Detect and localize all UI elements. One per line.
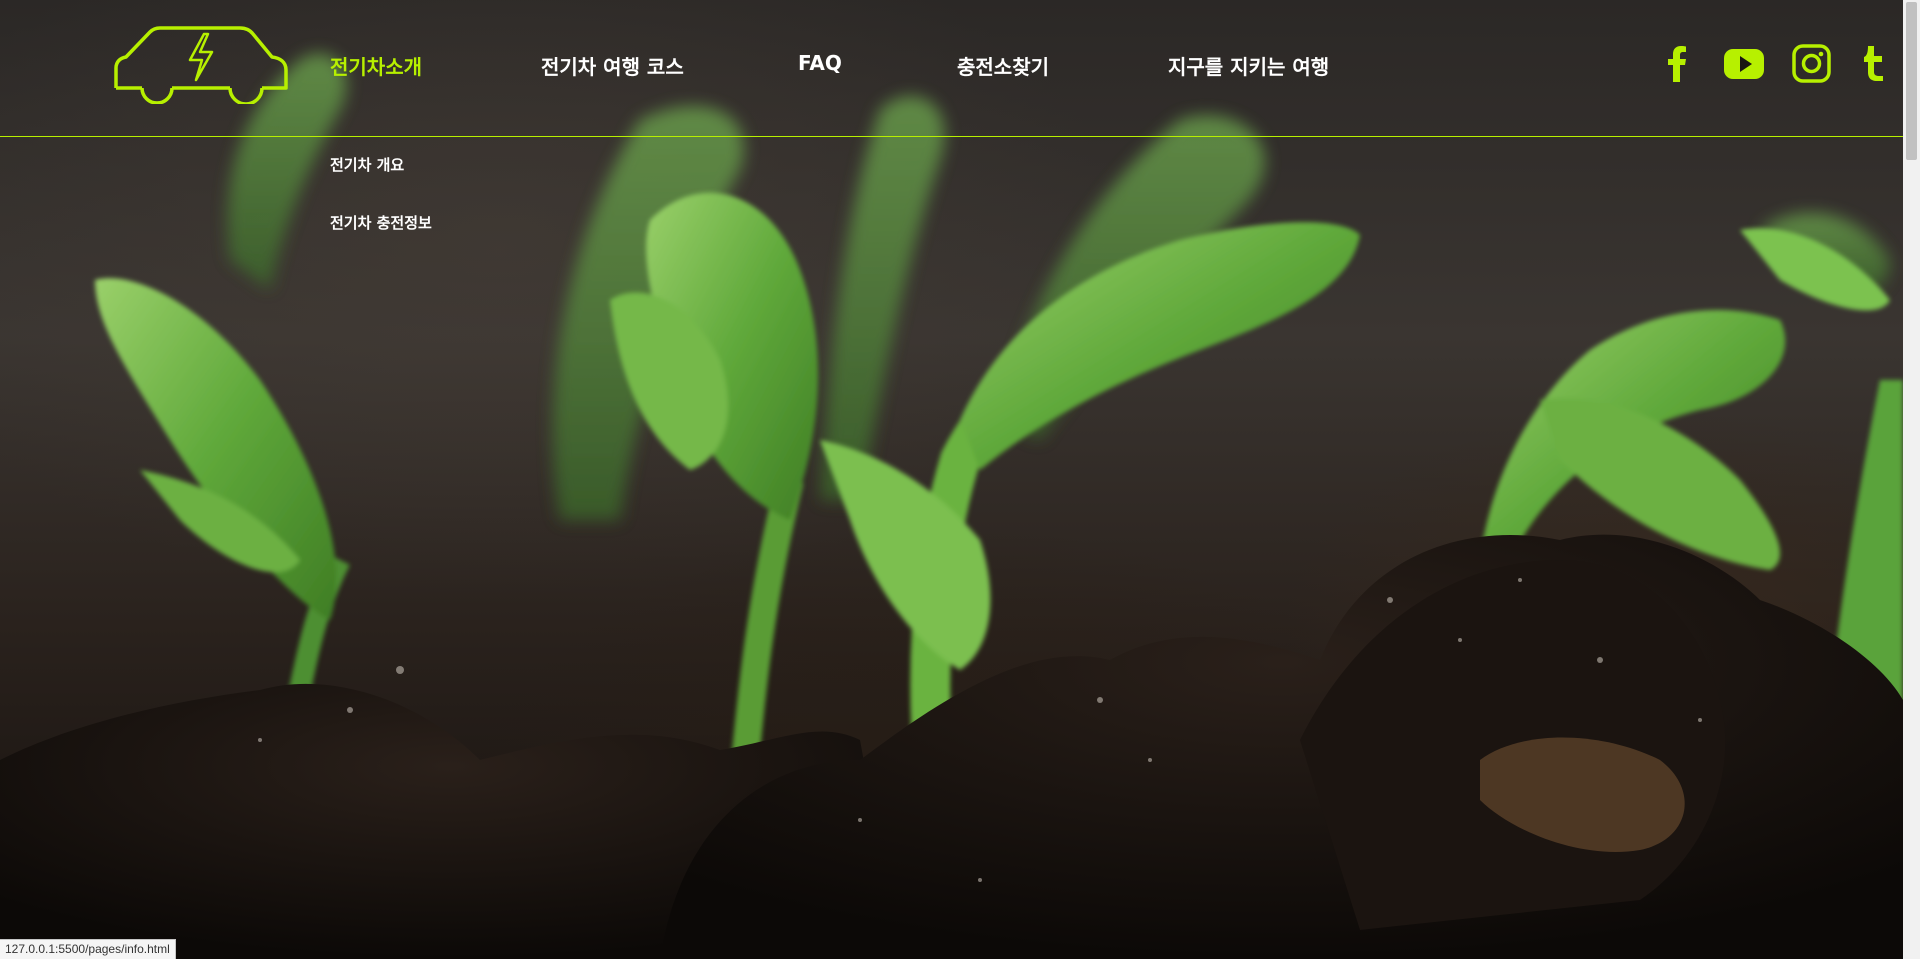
site-header: 전기차소개 전기차 여행 코스 FAQ 충전소찾기 지구를 지키는 여행 bbox=[0, 0, 1903, 137]
hero-background bbox=[0, 0, 1903, 959]
instagram-icon bbox=[1792, 44, 1831, 83]
tumblr-icon bbox=[1864, 46, 1883, 81]
youtube-link[interactable] bbox=[1722, 44, 1766, 84]
status-bar-url: 127.0.0.1:5500/pages/info.html bbox=[0, 939, 176, 959]
nav-item-ev-intro[interactable]: 전기차소개 bbox=[330, 51, 422, 80]
logo-link[interactable] bbox=[112, 24, 292, 106]
nav-item-faq[interactable]: FAQ bbox=[798, 51, 842, 75]
nav-item-ev-travel-course[interactable]: 전기차 여행 코스 bbox=[541, 51, 684, 80]
seedlings-image bbox=[0, 53, 1903, 959]
instagram-link[interactable] bbox=[1790, 44, 1832, 84]
facebook-link[interactable] bbox=[1656, 44, 1698, 84]
vertical-scrollbar[interactable] bbox=[1903, 0, 1920, 959]
page: 전기차소개 전기차 여행 코스 FAQ 충전소찾기 지구를 지키는 여행 전기차… bbox=[0, 0, 1920, 959]
submenu-item-ev-charging-info[interactable]: 전기차 충전정보 bbox=[330, 212, 432, 233]
youtube-icon bbox=[1724, 49, 1764, 79]
nav-item-earth-travel[interactable]: 지구를 지키는 여행 bbox=[1168, 51, 1329, 80]
submenu-item-ev-overview[interactable]: 전기차 개요 bbox=[330, 154, 404, 175]
nav-item-find-charging-station[interactable]: 충전소찾기 bbox=[957, 51, 1049, 80]
scrollbar-thumb[interactable] bbox=[1906, 2, 1917, 160]
tumblr-link[interactable] bbox=[1858, 44, 1888, 84]
facebook-icon bbox=[1668, 46, 1686, 82]
electric-car-icon bbox=[114, 26, 288, 106]
